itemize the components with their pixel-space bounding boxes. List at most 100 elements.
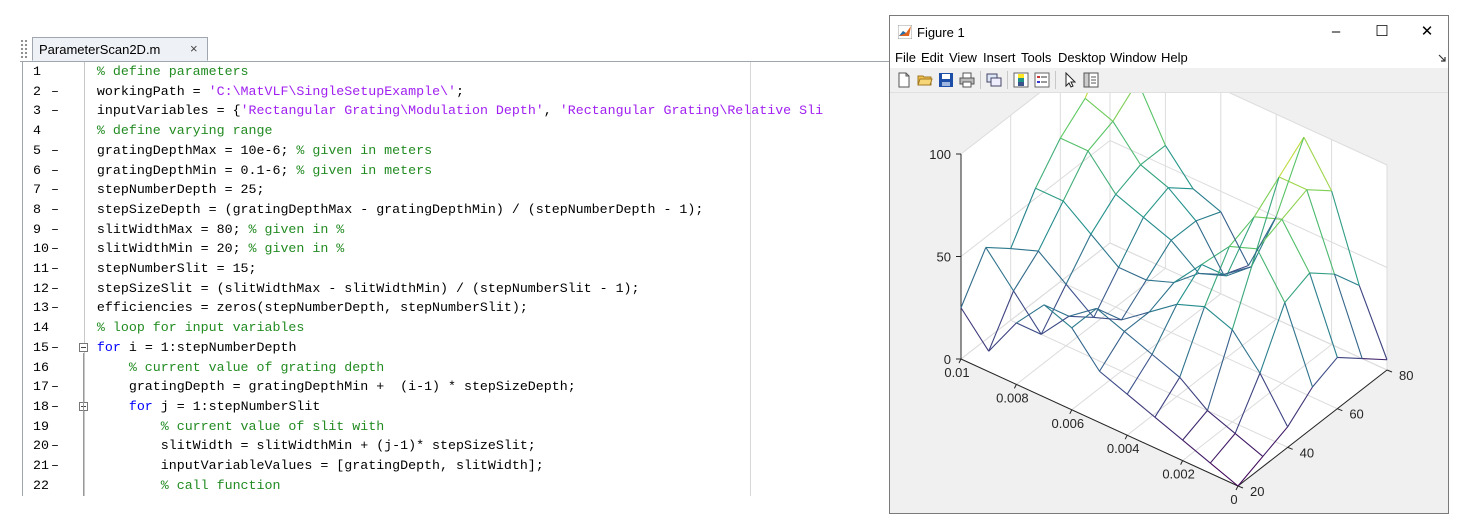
print-icon[interactable] bbox=[959, 72, 975, 88]
menu-help[interactable]: Help bbox=[1161, 50, 1188, 65]
y-tick-label: 40 bbox=[1300, 445, 1314, 460]
menu-file[interactable]: File bbox=[895, 50, 916, 65]
line-number: 1 bbox=[33, 64, 41, 79]
tab-parameterscan2d[interactable]: ParameterScan2D.m × bbox=[32, 37, 208, 61]
menu-desktop[interactable]: Desktop bbox=[1058, 50, 1106, 65]
code-text: gratingDepthMin = 0.1-6; % given in mete… bbox=[65, 161, 432, 181]
code-line[interactable]: 16 % current value of grating depth bbox=[23, 358, 891, 378]
menu-insert[interactable]: Insert bbox=[983, 50, 1016, 65]
x-tick-mark bbox=[1235, 485, 1239, 491]
code-line[interactable]: 12– stepSizeSlit = (slitWidthMax - slitW… bbox=[23, 279, 891, 299]
figure-window: Figure 1 – ☐ ✕ File Edit View Insert Too… bbox=[889, 15, 1449, 514]
code-token: slitWidth = slitWidthMin + (j-1)* stepSi… bbox=[65, 438, 536, 454]
code-token: i = 1:stepNumberDepth bbox=[120, 339, 297, 355]
code-text: % loop for input variables bbox=[65, 318, 304, 338]
plot-box-grid bbox=[960, 93, 1388, 487]
insert-colorbar-icon[interactable] bbox=[1013, 72, 1029, 88]
code-token: gratingDepthMin = 0.1-6; bbox=[65, 162, 297, 178]
edit-plot-icon[interactable] bbox=[1062, 72, 1078, 88]
fold-guide-line bbox=[83, 411, 84, 496]
code-line[interactable]: 22 % call function bbox=[23, 476, 891, 496]
breakpoint-marker[interactable]: – bbox=[51, 161, 59, 181]
figure-toolbar bbox=[890, 68, 1448, 93]
breakpoint-marker[interactable]: – bbox=[51, 180, 59, 200]
menu-window[interactable]: Window bbox=[1110, 50, 1156, 65]
code-line[interactable]: 15– for i = 1:stepNumberDepth bbox=[23, 338, 891, 358]
breakpoint-marker[interactable]: – bbox=[51, 82, 59, 102]
breakpoint-marker[interactable]: – bbox=[51, 259, 59, 279]
breakpoint-marker[interactable]: – bbox=[51, 298, 59, 318]
code-line[interactable]: 8– stepSizeDepth = (gratingDepthMax - gr… bbox=[23, 200, 891, 220]
code-text: % define parameters bbox=[65, 62, 249, 82]
code-text: % define varying range bbox=[65, 121, 273, 141]
new-figure-icon[interactable] bbox=[896, 72, 912, 88]
dock-arrow-icon[interactable] bbox=[1438, 54, 1446, 62]
breakpoint-marker[interactable]: – bbox=[51, 338, 59, 358]
code-line[interactable]: 1 % define parameters bbox=[23, 62, 891, 82]
mesh-plot[interactable]: 0.01 0.008 0.006 0.004 0.002 0 20 40 60 80 0 50 100 bbox=[890, 93, 1448, 513]
y-tick-mark bbox=[1237, 485, 1244, 489]
code-line[interactable]: 20– slitWidth = slitWidthMin + (j-1)* st… bbox=[23, 436, 891, 456]
code-text: gratingDepthMax = 10e-6; % given in mete… bbox=[65, 141, 432, 161]
code-token: j = 1:stepNumberSlit bbox=[152, 398, 321, 414]
comment-token: % define varying range bbox=[65, 123, 273, 139]
code-token: stepSizeSlit = (slitWidthMax - slitWidth… bbox=[65, 280, 640, 296]
string-token: 'C:\MatVLF\SingleSetupExample\' bbox=[208, 83, 457, 99]
breakpoint-marker[interactable]: – bbox=[51, 436, 59, 456]
code-line[interactable]: 10– slitWidthMin = 20; % given in % bbox=[23, 239, 891, 259]
open-file-icon[interactable] bbox=[917, 72, 933, 88]
code-line[interactable]: 7– stepNumberDepth = 25; bbox=[23, 180, 891, 200]
menu-edit[interactable]: Edit bbox=[921, 50, 943, 65]
code-area[interactable]: 1 % define parameters 2– workingPath = 'C… bbox=[22, 62, 891, 496]
z-tick-label: 100 bbox=[929, 147, 951, 162]
breakpoint-marker[interactable]: – bbox=[51, 456, 59, 476]
link-plot-icon[interactable] bbox=[986, 72, 1002, 88]
x-tick-label: 0.006 bbox=[1052, 416, 1085, 431]
code-line[interactable]: 2– workingPath = 'C:\MatVLF\SingleSetupE… bbox=[23, 82, 891, 102]
code-text: workingPath = 'C:\MatVLF\SingleSetupExam… bbox=[65, 82, 464, 102]
property-inspector-icon[interactable] bbox=[1083, 72, 1099, 88]
code-line[interactable]: 5– gratingDepthMax = 10e-6; % given in m… bbox=[23, 141, 891, 161]
breakpoint-marker[interactable]: – bbox=[51, 279, 59, 299]
minimize-button[interactable]: – bbox=[1321, 21, 1351, 43]
code-line[interactable]: 11– stepNumberSlit = 15; bbox=[23, 259, 891, 279]
breakpoint-marker[interactable]: – bbox=[51, 220, 59, 240]
breakpoint-marker[interactable]: – bbox=[51, 101, 59, 121]
code-line[interactable]: 6– gratingDepthMin = 0.1-6; % given in m… bbox=[23, 161, 891, 181]
breakpoint-marker[interactable]: – bbox=[51, 141, 59, 161]
code-line[interactable]: 18– for j = 1:stepNumberSlit bbox=[23, 397, 891, 417]
close-button[interactable]: ✕ bbox=[1412, 21, 1442, 43]
figure-title-bar[interactable]: Figure 1 – ☐ ✕ bbox=[890, 16, 1448, 48]
code-line[interactable]: 14 % loop for input variables bbox=[23, 318, 891, 338]
breakpoint-marker[interactable]: – bbox=[51, 397, 59, 417]
y-tick-mark bbox=[1287, 446, 1293, 450]
code-text: inputVariables = {'Rectangular Grating\M… bbox=[65, 101, 823, 121]
breakpoint-marker[interactable]: – bbox=[51, 239, 59, 259]
code-line[interactable]: 19 % current value of slit with bbox=[23, 417, 891, 437]
code-text: stepSizeSlit = (slitWidthMax - slitWidth… bbox=[65, 279, 640, 299]
code-text: slitWidth = slitWidthMin + (j-1)* stepSi… bbox=[65, 436, 536, 456]
code-line[interactable]: 17– gratingDepth = gratingDepthMin + (i-… bbox=[23, 377, 891, 397]
menu-tools[interactable]: Tools bbox=[1021, 50, 1051, 65]
code-line[interactable]: 9– slitWidthMax = 80; % given in % bbox=[23, 220, 891, 240]
code-text: for i = 1:stepNumberDepth bbox=[65, 338, 297, 358]
breakpoint-marker[interactable]: – bbox=[51, 200, 59, 220]
drag-grip-icon[interactable] bbox=[20, 39, 28, 59]
save-icon[interactable] bbox=[938, 72, 954, 88]
breakpoint-marker[interactable]: – bbox=[51, 377, 59, 397]
toolbar-separator bbox=[1055, 71, 1056, 89]
code-line[interactable]: 21– inputVariableValues = [gratingDepth,… bbox=[23, 456, 891, 476]
code-line[interactable]: 4 % define varying range bbox=[23, 121, 891, 141]
maximize-button[interactable]: ☐ bbox=[1367, 21, 1397, 43]
menu-view[interactable]: View bbox=[949, 50, 977, 65]
code-text: % current value of slit with bbox=[65, 417, 384, 437]
insert-legend-icon[interactable] bbox=[1034, 72, 1050, 88]
x-tick-mark bbox=[1180, 460, 1184, 465]
code-line[interactable]: 13– efficiencies = zeros(stepNumberDepth… bbox=[23, 298, 891, 318]
close-icon[interactable]: × bbox=[190, 41, 198, 56]
toolbar-separator bbox=[1007, 71, 1008, 89]
comment-token: % given in % bbox=[248, 241, 345, 257]
code-line[interactable]: 3– inputVariables = {'Rectangular Gratin… bbox=[23, 101, 891, 121]
